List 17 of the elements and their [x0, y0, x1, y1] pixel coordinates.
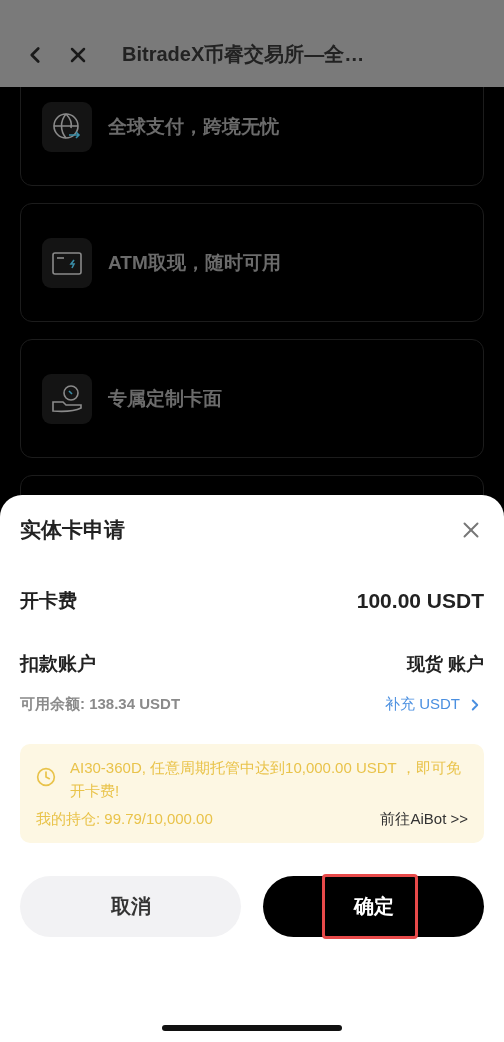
aibot-link[interactable]: 前往AiBot >> [380, 810, 468, 829]
clock-icon [36, 767, 56, 787]
feature-label: 全球支付，跨境无忧 [108, 114, 279, 139]
notice-text: AI30-360D, 任意周期托管中达到10,000.00 USDT ，即可免开卡费! [70, 758, 462, 801]
fee-value: 100.00 USDT [356, 589, 484, 613]
account-label: 扣款账户 [20, 652, 96, 676]
fee-label: 开卡费 [20, 589, 77, 613]
sheet-title: 实体卡申请 [20, 517, 125, 543]
balance-text: 可用余额: 138.34 USDT [20, 695, 181, 714]
page-title: BitradeX币睿交易所—全… [122, 42, 365, 67]
confirm-button[interactable]: 确定 [263, 876, 484, 937]
holding-text: 我的持仓: 99.79/10,000.00 [36, 810, 213, 829]
feature-label: ATM取现，随时可用 [108, 250, 281, 275]
account-value: 现货 账户 [407, 653, 484, 676]
cancel-button[interactable]: 取消 [20, 876, 241, 937]
feature-label: 专属定制卡面 [108, 386, 222, 411]
hand-coin-icon [51, 382, 83, 415]
